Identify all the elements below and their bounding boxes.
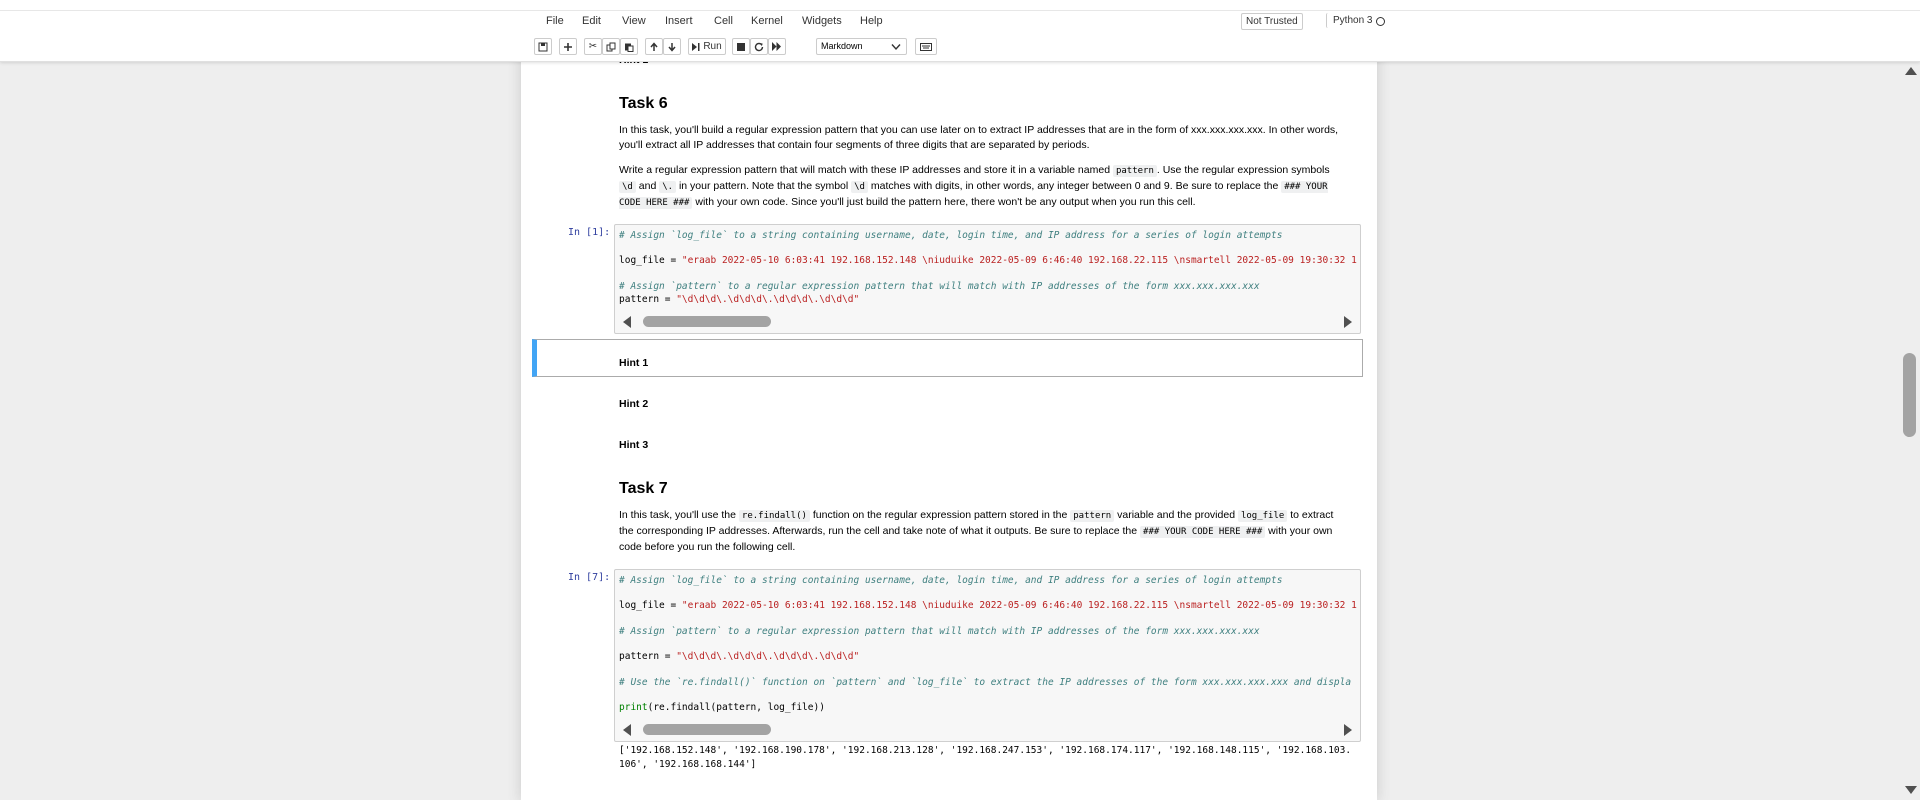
task6-intro: In this task, you'll build a regular exp… [619, 123, 1339, 153]
plus-icon [564, 42, 572, 51]
code-line: pattern = "\d\d\d\.\d\d\d\.\d\d\d\.\d\d\… [619, 294, 860, 305]
scroll-down-icon[interactable] [1905, 786, 1917, 794]
fast-forward-icon [772, 42, 781, 51]
horizontal-scrollbar[interactable] [615, 722, 1360, 736]
scrollbar-thumb[interactable] [1903, 353, 1916, 437]
code-line: log_file = "eraab 2022-05-10 6:03:41 192… [619, 255, 1357, 266]
paste-icon [625, 43, 634, 52]
selected-cell[interactable] [532, 339, 1363, 377]
task6-instructions: Write a regular expression pattern that … [619, 163, 1339, 211]
toolbar: ✂ Run Markdown [534, 38, 1386, 58]
scroll-right-icon[interactable] [1344, 724, 1352, 736]
task7-instructions: In this task, you'll use the re.findall(… [619, 508, 1339, 555]
menu-insert[interactable]: Insert [665, 15, 693, 27]
menu-help[interactable]: Help [860, 15, 883, 27]
menu-kernel[interactable]: Kernel [751, 15, 783, 27]
kernel-idle-icon [1376, 17, 1385, 26]
top-strip [0, 0, 1920, 11]
cell-output: ['192.168.152.148', '192.168.190.178', '… [619, 745, 1352, 770]
kernel-name[interactable]: Python 3 [1326, 13, 1376, 28]
input-prompt: In [1]: [568, 227, 611, 238]
code-cell[interactable]: # Assign `log_file` to a string containi… [614, 569, 1361, 742]
command-palette-button[interactable] [915, 38, 937, 55]
cell-type-value: Markdown [821, 41, 863, 51]
task6-heading: Task 6 [619, 95, 668, 112]
scroll-left-icon[interactable] [623, 316, 631, 328]
task6-paragraph-1: In this task, you'll build a regular exp… [619, 124, 1339, 151]
copy-icon [606, 42, 616, 51]
restart-icon [754, 42, 764, 51]
cut-button[interactable]: ✂ [584, 38, 602, 55]
stop-icon [737, 42, 745, 51]
chevron-down-icon [891, 44, 901, 51]
code-line: pattern = "\d\d\d\.\d\d\d\.\d\d\d\.\d\d\… [619, 651, 860, 662]
restart-button[interactable] [750, 38, 768, 55]
run-label: Run [703, 41, 722, 52]
cut-icon: ✂ [588, 41, 598, 52]
paste-button[interactable] [620, 38, 638, 55]
run-button[interactable]: Run [688, 38, 726, 55]
menu-file[interactable]: File [546, 15, 564, 27]
hint-3[interactable]: Hint 3 [619, 439, 648, 451]
menubar: File Edit View Insert Cell Kernel Widget… [534, 12, 1386, 32]
code-comment: # Assign `pattern` to a regular expressi… [619, 626, 1260, 637]
restart-run-all-button[interactable] [768, 38, 786, 55]
scroll-up-icon[interactable] [1905, 67, 1917, 75]
scroll-left-icon[interactable] [623, 724, 631, 736]
arrow-down-icon [668, 42, 676, 52]
code-comment: # Use the `re.findall()` function on `pa… [619, 677, 1352, 688]
code-line: print(re.findall(pattern, log_file)) [619, 702, 825, 713]
interrupt-button[interactable] [732, 38, 750, 55]
arrow-up-icon [650, 41, 658, 51]
save-button[interactable] [534, 38, 552, 55]
move-down-button[interactable] [663, 38, 681, 55]
cell-type-select[interactable]: Markdown [816, 38, 907, 55]
step-forward-icon [692, 42, 700, 51]
menu-view[interactable]: View [622, 15, 646, 27]
move-up-button[interactable] [645, 38, 663, 55]
vertical-scrollbar[interactable] [1900, 61, 1920, 800]
notebook-header: File Edit View Insert Cell Kernel Widget… [0, 0, 1920, 62]
hint-2[interactable]: Hint 2 [619, 398, 648, 410]
task7-heading: Task 7 [619, 480, 668, 497]
menu-edit[interactable]: Edit [582, 15, 601, 27]
keyboard-icon [920, 42, 932, 51]
task6-paragraph-2: Write a regular expression pattern that … [619, 164, 1330, 209]
horizontal-scrollbar[interactable] [615, 314, 1360, 328]
menu-cell[interactable]: Cell [714, 15, 733, 27]
menu-widgets[interactable]: Widgets [802, 15, 842, 27]
hint-1[interactable]: Hint 1 [619, 357, 648, 369]
code-comment: # Assign `log_file` to a string containi… [619, 575, 1283, 586]
trust-indicator[interactable]: Not Trusted [1241, 13, 1303, 30]
code-comment: # Assign `log_file` to a string containi… [619, 230, 1283, 241]
save-icon [538, 42, 548, 51]
code-line: log_file = "eraab 2022-05-10 6:03:41 192… [619, 600, 1357, 611]
scrollbar-thumb[interactable] [643, 724, 771, 735]
code-comment: # Assign `pattern` to a regular expressi… [619, 281, 1260, 292]
scrollbar-thumb[interactable] [643, 316, 771, 327]
scroll-right-icon[interactable] [1344, 316, 1352, 328]
input-prompt: In [7]: [568, 572, 611, 583]
copy-button[interactable] [602, 38, 620, 55]
insert-cell-button[interactable] [559, 38, 577, 55]
code-cell[interactable]: # Assign `log_file` to a string containi… [614, 224, 1361, 334]
task7-paragraph: In this task, you'll use the re.findall(… [619, 509, 1334, 553]
